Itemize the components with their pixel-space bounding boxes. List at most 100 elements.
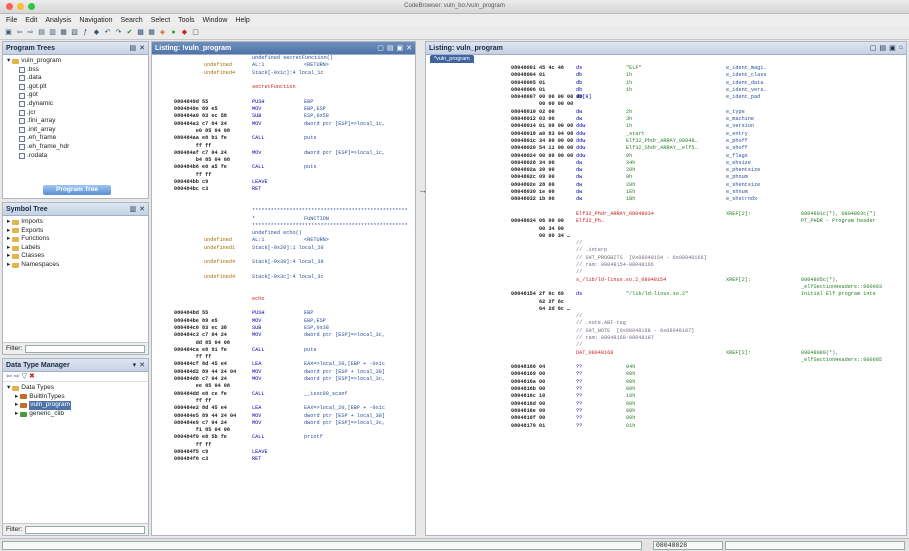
listing-primary-body[interactable]: 08048001 45 4c 46 ds "ELF" e_ident_magi… 080… <box>426 65 906 535</box>
memory-map-icon[interactable]: ▦ <box>147 28 156 37</box>
bytes-icon[interactable]: ▢ <box>191 28 200 37</box>
listing-row[interactable]: 08048020 54 11 00 00 ddw Elf32_Shdr_ARRAY_… <box>426 145 906 152</box>
data-type-item[interactable]: ▸ vuln_program <box>7 401 144 410</box>
listing-row[interactable]: b4 85 04 08 <box>152 157 415 164</box>
data-type-item[interactable]: ▸ generic_clib <box>7 410 144 419</box>
symbol-tree-item[interactable]: ▸ Functions <box>7 235 144 244</box>
listing-row[interactable]: 0804816e 00?? 00h <box>426 408 906 415</box>
listing-row[interactable]: 080484c0 83 ec 38 SUB ESP,0x38 <box>152 325 415 332</box>
listing-row[interactable]: 0804849d 55 PUSH EBP <box>152 99 415 106</box>
fields-icon[interactable]: ▤ <box>387 44 394 52</box>
symbol-tree-item[interactable]: ▸ Exports <box>7 227 144 236</box>
listing-row[interactable]: undefined4 Stack[-0x1c]:4 local_1c <box>152 70 415 77</box>
redo-icon[interactable]: ↷ <box>114 28 123 37</box>
data-type-filter-input[interactable] <box>25 525 145 534</box>
listing-row[interactable]: 0804816b 00?? 00h <box>426 386 906 393</box>
listing-row[interactable]: undefined AL:1 <RETURN> <box>152 62 415 69</box>
listing-row[interactable]: 0804816d 00?? 00h <box>426 401 906 408</box>
listing-row[interactable]: // ram: 08048154-08048166 <box>426 262 906 269</box>
nav-instruction-icon[interactable]: ▥ <box>48 28 57 37</box>
bookmarks-icon[interactable]: ◆ <box>180 28 189 37</box>
listing-row[interactable]: undefined4 Stack[-0x38]:4 local_38 <box>152 259 415 266</box>
listing-row[interactable]: 08048030 1e 00 dw 1Eh e_shnum <box>426 189 906 196</box>
listing-row[interactable] <box>152 77 415 84</box>
forward-icon[interactable]: ⇨ <box>26 28 35 37</box>
listing-row[interactable]: ****************************************… <box>152 223 415 230</box>
nav-bookmark-icon[interactable]: ◆ <box>92 28 101 37</box>
listing-row[interactable]: // ram: 08048168-08048187 <box>426 335 906 342</box>
snapshot-icon[interactable]: ▣ <box>397 44 404 52</box>
listing-row[interactable]: ff ff <box>152 143 415 150</box>
listing-row[interactable]: 08048004 01 db 1h e_ident_class <box>426 72 906 79</box>
listing-row[interactable]: 080484e2 8d 45 e4 LEA EAX=>local_20,[EBP +… <box>152 405 415 412</box>
listing-row[interactable]: // <box>426 313 906 320</box>
listing-row[interactable]: undefined4 Stack[-0x3c]:4 local_3c <box>152 274 415 281</box>
listing-row[interactable]: 08048006 01 db 1h e_ident_vers… <box>426 87 906 94</box>
tree-item[interactable]: .rodata <box>7 152 144 161</box>
listing-row[interactable]: 08048018 a0 83 04 08 ddw _start e_entry <box>426 131 906 138</box>
listing-row[interactable]: ff ff <box>152 398 415 405</box>
nav-data-icon[interactable]: ▤ <box>37 28 46 37</box>
listing-row[interactable]: 08048032 1b 00 dw 1Bh e_shstrndx <box>426 196 906 203</box>
listing-row[interactable]: 00 00 34 … <box>426 233 906 240</box>
menu-select[interactable]: Select <box>151 17 170 24</box>
listing-row[interactable]: // <box>426 342 906 349</box>
listing-row[interactable]: dd 85 04 08 <box>152 340 415 347</box>
menu-file[interactable]: File <box>6 17 17 24</box>
listing-row[interactable]: 080484af c7 04 24 MOV dword ptr [ESP]=>loc… <box>152 150 415 157</box>
data-type-root[interactable]: ▾ Data Types <box>7 384 144 393</box>
listing-row[interactable]: s_/lib/ld-linux.so.2_08048154 XREF[2]: 080… <box>426 277 906 284</box>
tree-item[interactable]: .init_array <box>7 126 144 135</box>
tree-item[interactable]: .eh_frame_hdr <box>7 143 144 152</box>
listing-row[interactable]: 080484d2 89 44 24 04 MOV dword ptr [ESP + … <box>152 369 415 376</box>
listing-row[interactable]: 080484dd e8 ce fe CALL __isoc99_scanf <box>152 391 415 398</box>
menu-window[interactable]: Window <box>203 17 228 24</box>
nav-undefined-icon[interactable]: ▦ <box>59 28 68 37</box>
listing-row[interactable]: DAT_08048168 XREF[2]: 08048080(*), <box>426 350 906 357</box>
listing-row[interactable]: 080484bc c3 RET <box>152 186 415 193</box>
listing-row[interactable]: 08048169 00?? 00h <box>426 371 906 378</box>
fields-icon[interactable]: ▤ <box>880 44 887 52</box>
close-icon[interactable]: ✕ <box>139 44 145 52</box>
symbol-tree-item[interactable]: ▸ Namespaces <box>7 261 144 270</box>
back-icon[interactable]: ⇦ <box>15 28 24 37</box>
checkmark-icon[interactable]: ✔ <box>125 28 134 37</box>
menu-analysis[interactable]: Analysis <box>45 17 71 24</box>
symbol-tree-item[interactable]: ▸ Classes <box>7 252 144 261</box>
listing-row[interactable]: 0804816c 10?? 10h <box>426 393 906 400</box>
listing-row[interactable]: undefined secretFunction() <box>152 55 415 62</box>
listing-row[interactable] <box>152 194 415 201</box>
close-icon[interactable]: ✕ <box>139 361 145 369</box>
close-icon[interactable]: ✕ <box>139 205 145 213</box>
snapshot-icon[interactable]: ▣ <box>889 44 896 52</box>
listing-row[interactable]: 080484bd 55 PUSH EBP <box>152 310 415 317</box>
listing-secondary-body[interactable]: undefined secretFunction() undefined AL:1 <… <box>152 55 415 535</box>
listing-row[interactable]: 080484e9 c7 04 24 MOV dword ptr [ESP]=>loc… <box>152 420 415 427</box>
listing-row[interactable]: echo <box>152 296 415 303</box>
listing-row[interactable]: // .interp <box>426 247 906 254</box>
function-graph-icon[interactable]: ◈ <box>158 28 167 37</box>
symbol-tree-item[interactable]: ▸ Labels <box>7 244 144 253</box>
listing-row[interactable]: 00 00 00 00 <box>426 101 906 108</box>
listing-row[interactable]: 08048007 00 00 00 00 00 db[9] e_ident_pad <box>426 94 906 101</box>
listing-row[interactable]: // SHT_NOTE [0x08048168 - 0x08048187] <box>426 328 906 335</box>
decompiler-icon[interactable]: ▩ <box>136 28 145 37</box>
listing-row[interactable]: e0 85 04 08 <box>152 128 415 135</box>
listing-row[interactable] <box>152 252 415 259</box>
nav-label-icon[interactable]: ▧ <box>70 28 79 37</box>
listing-row[interactable]: Elf32_Phdr_ARRAY_08048034 XREF[2]: 0804801… <box>426 211 906 218</box>
tree-item[interactable]: .data <box>7 74 144 83</box>
script-manager-icon[interactable]: ● <box>169 28 178 37</box>
undo-icon[interactable]: ↶ <box>103 28 112 37</box>
listing-row[interactable]: 080484a3 c7 04 24 MOV dword ptr [ESP]=>loc… <box>152 121 415 128</box>
listing-row[interactable] <box>152 201 415 208</box>
listing-row[interactable]: undefined1 Stack[-0x20]:1 local_20 <box>152 245 415 252</box>
listing-row[interactable]: 080484be 89 e5 MOV EBP,ESP <box>152 318 415 325</box>
listing-row[interactable]: 0804816f 00?? 00h <box>426 415 906 422</box>
listing-row[interactable]: 08048034 06 00 00 Elf32_Ph… PT_PHDR - Prog… <box>426 218 906 225</box>
close-icon[interactable]: ✕ <box>406 44 412 52</box>
listing-row[interactable]: 080484e5 89 44 24 04 MOV dword ptr [ESP + … <box>152 413 415 420</box>
nav-function-icon[interactable]: ƒ <box>81 28 90 37</box>
tree-item[interactable]: .fini_array <box>7 117 144 126</box>
listing-row[interactable]: 08048024 00 00 00 00 ddw 0h e_flags <box>426 153 906 160</box>
